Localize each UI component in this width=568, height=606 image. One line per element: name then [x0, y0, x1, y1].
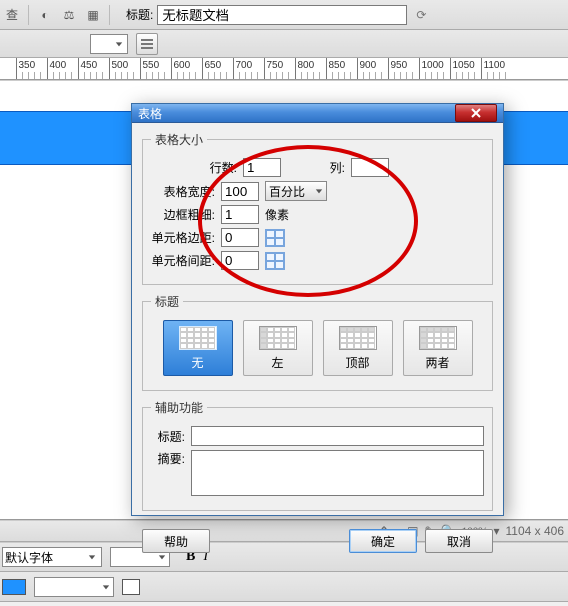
cancel-button[interactable]: 取消 — [425, 529, 493, 553]
access-summary-label: 摘要: — [151, 450, 185, 467]
find-button[interactable]: 查 — [2, 5, 22, 25]
dialog-titlebar[interactable]: 表格 — [132, 104, 503, 123]
help-button[interactable]: 帮助 — [142, 529, 210, 553]
rows-label: 行数: — [203, 159, 237, 176]
table-dialog: 表格 表格大小 行数: 列: 表格宽度: 百分比 — [131, 103, 504, 516]
main-toolbar: 查 ◐ ⚖ ▦ 标题: ⟳ — [0, 0, 568, 30]
cellspace-label: 单元格间距: — [151, 252, 215, 269]
access-title-input[interactable] — [191, 426, 484, 446]
table-size-legend: 表格大小 — [151, 131, 207, 148]
caption-legend: 标题 — [151, 293, 183, 310]
separator — [28, 5, 29, 25]
canvas-dimensions: 1104 x 406 — [506, 524, 565, 538]
cellspace-input[interactable] — [221, 251, 259, 270]
tool-icon[interactable]: ▦ — [83, 5, 103, 25]
border-input[interactable] — [221, 205, 259, 224]
title-input[interactable] — [157, 5, 407, 25]
cols-label: 列: — [325, 159, 345, 176]
cellspace-icon[interactable] — [265, 252, 285, 270]
style-combo[interactable] — [34, 577, 114, 597]
access-title-label: 标题: — [151, 428, 185, 445]
caption-option-1[interactable]: 左 — [243, 320, 313, 376]
separator — [109, 5, 110, 25]
cellpad-label: 单元格边距: — [151, 229, 215, 246]
access-summary-input[interactable] — [191, 450, 484, 496]
horizontal-ruler: 3504004505005506006507007508008509009501… — [0, 58, 568, 80]
width-unit-select[interactable]: 百分比 — [265, 181, 327, 201]
ok-button[interactable]: 确定 — [349, 529, 417, 553]
accessibility-legend: 辅助功能 — [151, 399, 207, 416]
border-unit: 像素 — [265, 206, 289, 223]
title-label: 标题: — [126, 6, 153, 23]
cols-input[interactable] — [351, 158, 389, 177]
close-button[interactable] — [455, 104, 497, 122]
caption-option-0[interactable]: 无 — [163, 320, 233, 376]
globe-icon[interactable]: ◐ — [35, 5, 55, 25]
dialog-title: 表格 — [138, 105, 162, 122]
rows-input[interactable] — [243, 158, 281, 177]
secondary-toolbar — [0, 30, 568, 58]
border-label: 边框粗细: — [151, 206, 215, 223]
accessibility-group: 辅助功能 标题: 摘要: — [142, 399, 493, 511]
caption-option-2[interactable]: 顶部 — [323, 320, 393, 376]
caption-option-3[interactable]: 两者 — [403, 320, 473, 376]
caption-group: 标题 无左顶部两者 — [142, 293, 493, 391]
fg-color-swatch[interactable] — [122, 579, 140, 595]
size-combo[interactable] — [90, 34, 128, 54]
cellpad-input[interactable] — [221, 228, 259, 247]
cellpad-icon[interactable] — [265, 229, 285, 247]
width-input[interactable] — [221, 182, 259, 201]
list-view-icon[interactable] — [136, 33, 158, 55]
scale-icon[interactable]: ⚖ — [59, 5, 79, 25]
refresh-icon[interactable]: ⟳ — [411, 5, 431, 25]
dialog-button-row: 帮助 确定 取消 — [132, 523, 503, 563]
table-size-group: 表格大小 行数: 列: 表格宽度: 百分比 边框粗细: 像素 — [142, 131, 493, 285]
font-family-combo[interactable]: 默认字体 — [2, 547, 102, 567]
properties-bar-2 — [0, 572, 568, 602]
bg-color-swatch[interactable] — [2, 579, 26, 595]
width-label: 表格宽度: — [151, 183, 215, 200]
